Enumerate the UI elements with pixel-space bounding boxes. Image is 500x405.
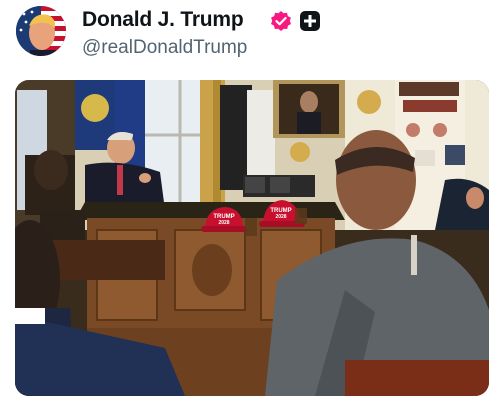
plus-badge-icon bbox=[300, 11, 320, 31]
avatar-image bbox=[16, 6, 66, 56]
svg-text:2028: 2028 bbox=[218, 220, 229, 226]
verified-badge-icon bbox=[271, 11, 291, 31]
post-media-image[interactable]: TRUMP 2028 TRUMP 2028 bbox=[15, 80, 489, 396]
post-header: Donald J. Trump @realDonaldTrump bbox=[0, 0, 500, 70]
author-handle[interactable]: @realDonaldTrump bbox=[82, 37, 247, 59]
display-name[interactable]: Donald J. Trump bbox=[82, 8, 244, 32]
svg-text:2028: 2028 bbox=[275, 214, 286, 220]
avatar[interactable] bbox=[16, 6, 66, 56]
